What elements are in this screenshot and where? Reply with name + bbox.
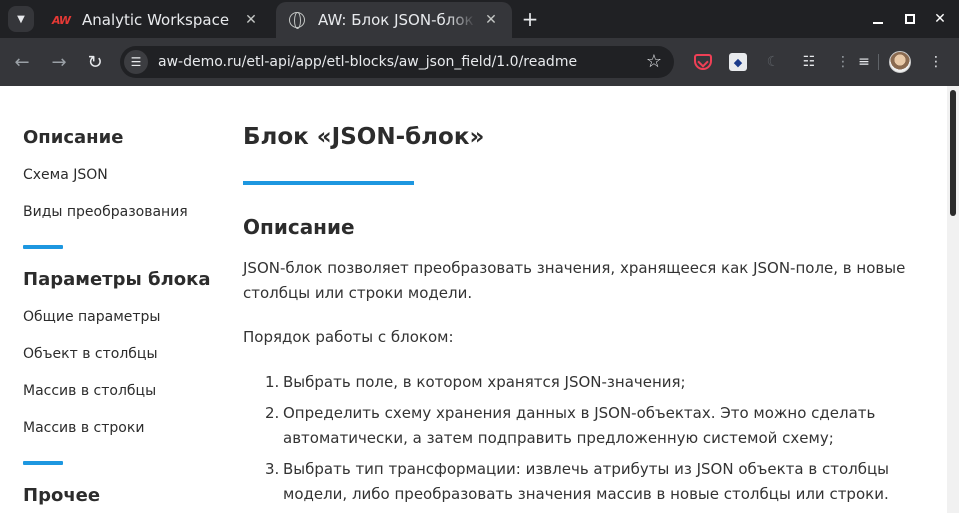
extensions-menu-button[interactable]: ☷ — [798, 51, 820, 73]
sidebar-heading-block-params[interactable]: Параметры блока — [23, 269, 211, 290]
menu-dots-button[interactable]: ⋮ — [832, 51, 854, 73]
extension-button[interactable]: ◆ — [727, 51, 749, 73]
arrow-right-icon: → — [51, 51, 67, 73]
avatar — [889, 51, 911, 73]
maximize-button[interactable] — [898, 8, 922, 30]
list-item: 1. Выбрать поле, в котором хранятся JSON-… — [265, 373, 686, 391]
dark-mode-extension-button[interactable]: ☾ — [762, 51, 784, 73]
tab-title: AW: Блок JSON-блок v.1.0 — [318, 11, 476, 29]
sidebar-item-general-params[interactable]: Общие параметры — [23, 309, 160, 325]
site-info-button[interactable]: ☰ — [124, 50, 148, 74]
maximize-icon — [905, 14, 915, 24]
sidebar-heading-description[interactable]: Описание — [23, 127, 123, 148]
section-divider — [23, 245, 63, 249]
sidebar-item-array-to-rows[interactable]: Массив в строки — [23, 420, 144, 436]
pocket-extension-button[interactable] — [692, 51, 714, 73]
moon-icon: ☾ — [766, 54, 780, 70]
close-icon: ✕ — [934, 11, 946, 27]
tab-json-block[interactable]: AW: Блок JSON-блок v.1.0 ✕ — [276, 2, 512, 38]
tab-analytic-workspace[interactable]: AW Analytic Workspace ✕ — [40, 2, 272, 38]
puzzle-icon: ☷ — [802, 54, 816, 70]
tab-title: Analytic Workspace — [82, 11, 230, 29]
arrow-left-icon: ← — [14, 51, 30, 73]
page-scrollbar[interactable] — [947, 86, 959, 513]
reload-button[interactable]: ↻ — [83, 50, 107, 74]
sidebar-heading-other[interactable]: Прочее — [23, 485, 100, 506]
reading-list-button[interactable]: ≡ — [853, 51, 875, 73]
globe-icon — [288, 11, 306, 29]
tab-strip: ▼ AW Analytic Workspace ✕ AW: Блок JSON-… — [0, 0, 959, 38]
close-icon[interactable]: ✕ — [482, 11, 500, 29]
chrome-menu-button[interactable]: ⋮ — [925, 51, 947, 73]
sidebar-item-json-schema[interactable]: Схема JSON — [23, 167, 108, 183]
tab-search-button[interactable]: ▼ — [8, 6, 34, 32]
minimize-button[interactable] — [866, 8, 890, 30]
url-path: /etl-api/app/etl-blocks/aw_json_field/1.… — [241, 54, 578, 70]
procedure-intro: Порядок работы с блоком: — [243, 328, 454, 346]
sidebar-item-object-to-columns[interactable]: Объект в столбцы — [23, 346, 158, 362]
extension-logo-icon: ◆ — [729, 53, 747, 71]
list-item: 3. Выбрать тип трансформации: извлечь атр… — [265, 460, 890, 503]
tune-icon: ☰ — [130, 55, 142, 69]
back-button[interactable]: ← — [10, 50, 34, 74]
plus-icon: + — [521, 7, 539, 31]
steps-list: 1. Выбрать поле, в котором хранятся JSON-… — [243, 370, 923, 513]
more-vertical-icon: ⋮ — [929, 54, 943, 70]
browser-toolbar: ← → ↻ ☰ aw-demo.ru/etl-api/app/etl-block… — [0, 38, 959, 86]
minimize-icon — [873, 22, 883, 24]
scrollbar-thumb[interactable] — [950, 90, 956, 216]
sidebar-item-array-to-columns[interactable]: Массив в столбцы — [23, 383, 156, 399]
playlist-icon: ≡ — [858, 54, 870, 70]
close-window-button[interactable]: ✕ — [928, 8, 952, 30]
section-divider — [23, 461, 63, 465]
aw-logo-icon: AW — [51, 13, 71, 27]
profile-button[interactable] — [889, 51, 911, 73]
reload-icon: ↻ — [87, 51, 103, 73]
list-item: 2. Определить схему хранения данных в JSO… — [265, 404, 876, 447]
bookmark-star-icon[interactable]: ☆ — [646, 51, 662, 72]
chevron-down-icon: ▼ — [17, 13, 25, 25]
title-underline — [243, 181, 414, 185]
close-icon[interactable]: ✕ — [242, 11, 260, 29]
section-title: Описание — [243, 215, 355, 239]
new-tab-button[interactable]: + — [518, 7, 542, 31]
url-text[interactable]: aw-demo.ru/etl-api/app/etl-blocks/aw_jso… — [158, 54, 577, 70]
url-domain: aw-demo.ru — [158, 54, 242, 70]
pocket-icon — [694, 54, 712, 70]
intro-paragraph: JSON-блок позволяет преобразовать значен… — [243, 259, 906, 302]
page-title: Блок «JSON-блок» — [243, 124, 485, 150]
sidebar-item-transform-types[interactable]: Виды преобразования — [23, 204, 188, 220]
forward-button[interactable]: → — [47, 50, 71, 74]
address-bar[interactable]: ☰ aw-demo.ru/etl-api/app/etl-blocks/aw_j… — [120, 46, 674, 78]
toolbar-divider — [878, 54, 879, 70]
page-viewport: Описание Схема JSON Виды преобразования … — [0, 86, 959, 513]
more-vertical-icon: ⋮ — [836, 54, 850, 70]
